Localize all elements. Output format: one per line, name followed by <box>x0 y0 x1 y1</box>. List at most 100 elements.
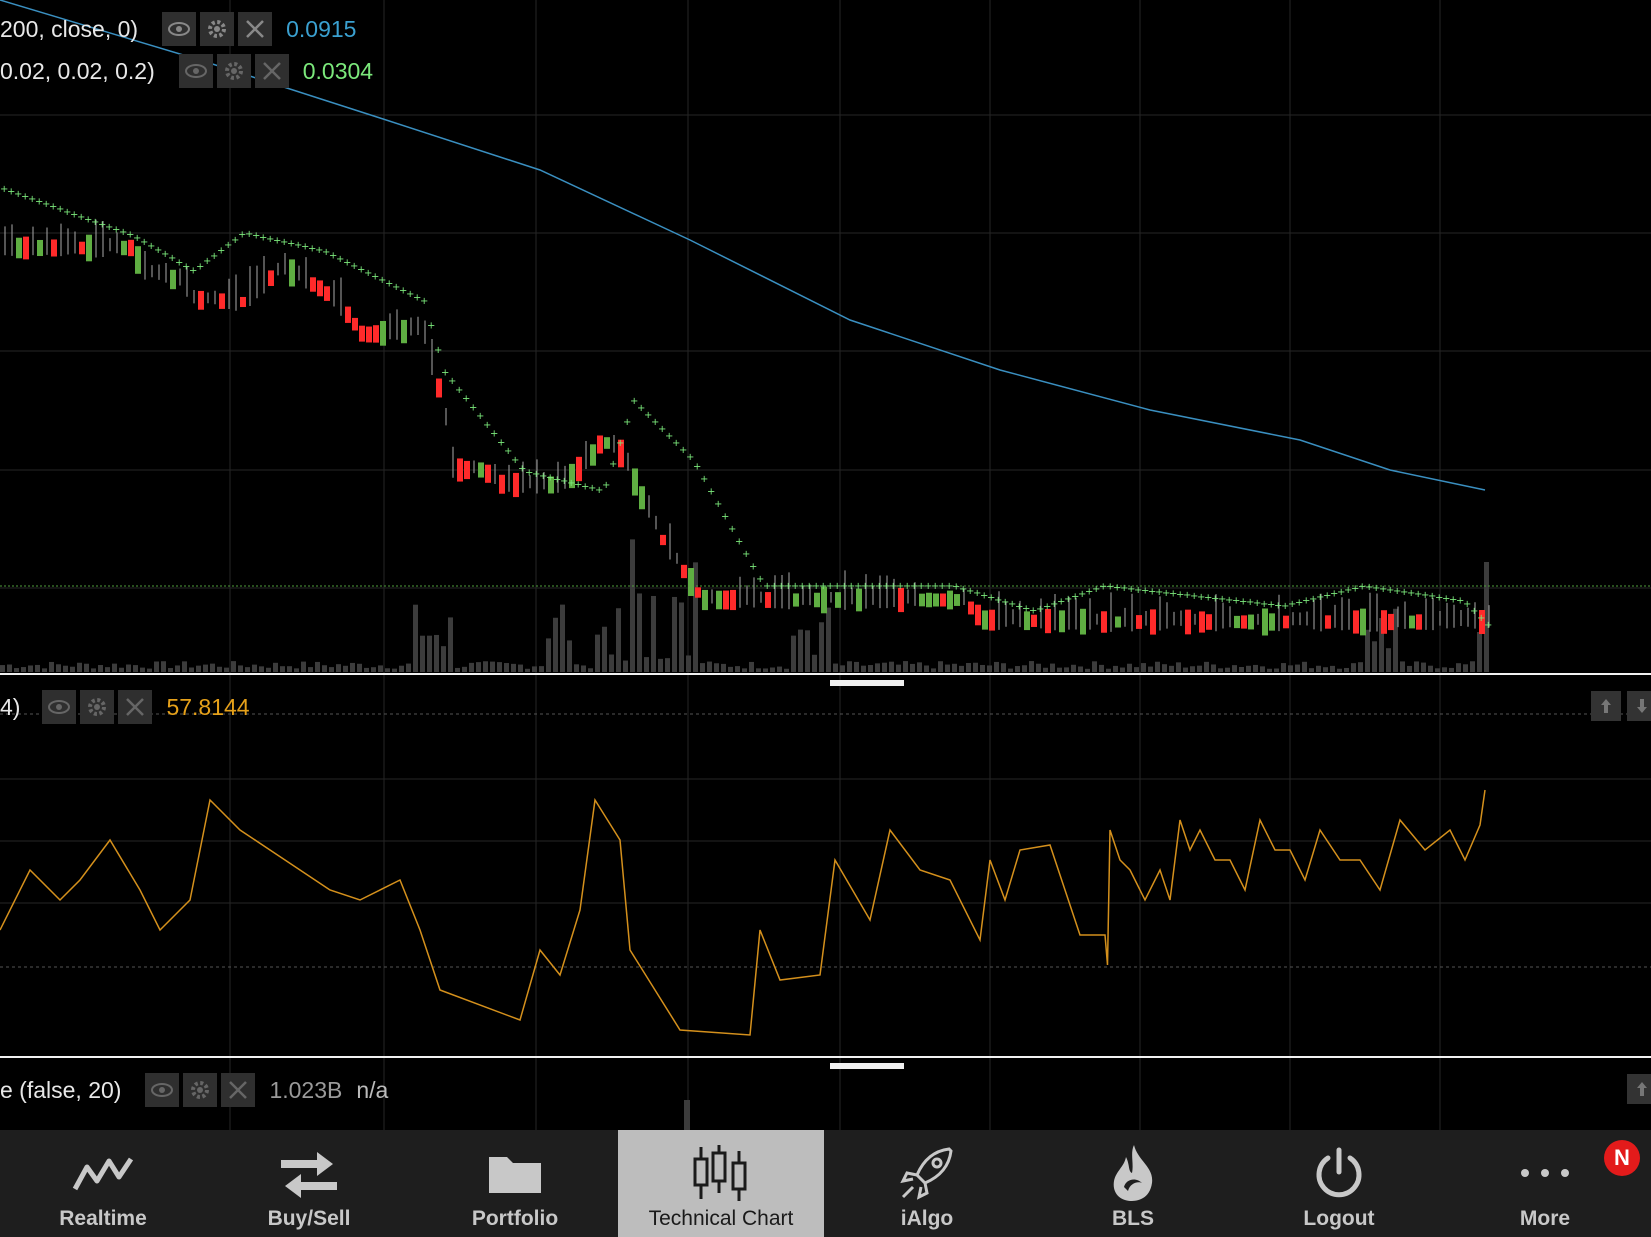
tab-technical-chart[interactable]: Technical Chart <box>618 1130 824 1237</box>
sar-dot: + <box>616 438 624 449</box>
volume-bar <box>1176 662 1181 672</box>
eye-icon[interactable] <box>145 1073 180 1107</box>
sar-dot: + <box>707 486 715 497</box>
volume-bar <box>112 663 117 672</box>
volume-bar <box>301 661 306 672</box>
volume-bar <box>63 665 68 672</box>
tab-more[interactable]: N More <box>1442 1130 1648 1237</box>
move-down-icon[interactable] <box>1627 691 1651 721</box>
candle <box>604 437 610 449</box>
volume-bar <box>826 607 831 672</box>
close-icon[interactable] <box>221 1073 256 1107</box>
volume-bar <box>490 661 495 672</box>
tab-logout[interactable]: Logout <box>1236 1130 1442 1237</box>
candle <box>1269 613 1275 631</box>
volume-bar <box>84 663 89 672</box>
close-icon[interactable] <box>118 690 153 724</box>
volume-bar <box>42 668 47 672</box>
candle <box>835 592 841 608</box>
volume-bar <box>889 661 894 672</box>
tab-ialgo[interactable]: iAlgo <box>824 1130 1030 1237</box>
volume-bar <box>406 663 411 672</box>
candle <box>597 435 603 454</box>
indicator-value: 1.023B <box>269 1076 343 1103</box>
volume-bar <box>427 635 432 672</box>
tab-buy-sell[interactable]: Buy/Sell <box>206 1130 412 1237</box>
candle <box>723 590 729 610</box>
close-icon[interactable] <box>238 12 273 46</box>
volume-bar <box>1106 668 1111 672</box>
volume-bar <box>980 664 985 672</box>
candle <box>1381 610 1387 634</box>
technical-chart[interactable]: ++++++++++++++++++++++++++++++++++++++++… <box>0 0 1651 1130</box>
volume-bar <box>1050 663 1055 672</box>
volume-bar <box>77 662 82 672</box>
volume-bar <box>1120 667 1125 672</box>
volume-bar <box>1372 641 1377 672</box>
volume-bar <box>1267 668 1272 672</box>
candle <box>975 604 981 626</box>
gear-icon[interactable] <box>216 54 251 88</box>
chart-grid <box>0 0 1651 1130</box>
volume-bar <box>539 666 544 672</box>
tab-realtime[interactable]: Realtime <box>0 1130 206 1237</box>
volume-bar <box>1407 665 1412 672</box>
candle <box>1101 611 1107 633</box>
indicator-row-volume: e (false, 20) 1.023B n/a <box>0 1073 388 1107</box>
candle <box>681 564 687 579</box>
candle <box>1185 609 1191 635</box>
volume-bar <box>399 665 404 672</box>
move-up-icon[interactable] <box>1627 1074 1651 1104</box>
volume-pane-bar <box>684 1100 690 1130</box>
close-icon[interactable] <box>254 54 289 88</box>
volume-bar <box>259 666 264 672</box>
volume-bar <box>7 664 12 672</box>
volume-bar <box>602 626 607 672</box>
volume-bar <box>1036 663 1041 672</box>
gear-icon[interactable] <box>80 690 115 724</box>
volume-bar <box>574 664 579 672</box>
volume-bar <box>665 658 670 672</box>
volume-bar <box>812 654 817 672</box>
volume-bar <box>357 663 362 672</box>
move-up-icon[interactable] <box>1591 691 1621 721</box>
volume-bar <box>756 668 761 672</box>
volume-bar <box>1148 666 1153 672</box>
volume-bar <box>1085 668 1090 672</box>
tab-bls[interactable]: BLS <box>1030 1130 1236 1237</box>
gear-icon[interactable] <box>200 12 235 46</box>
candle <box>814 592 820 608</box>
volume-bar <box>1022 665 1027 672</box>
eye-icon[interactable] <box>42 690 77 724</box>
price-candles <box>4 219 1490 636</box>
volume-bar <box>413 604 418 672</box>
volume-bar <box>497 662 502 672</box>
volume-bar <box>1183 667 1188 672</box>
volume-bar <box>287 666 292 672</box>
volume-bar <box>1428 665 1433 672</box>
volume-bar <box>553 617 558 672</box>
candle <box>702 589 708 611</box>
eye-icon[interactable] <box>178 54 213 88</box>
tab-portfolio[interactable]: Portfolio <box>412 1130 618 1237</box>
volume-bar <box>721 663 726 672</box>
tab-label: Realtime <box>59 1207 147 1230</box>
candle <box>919 593 925 607</box>
candle <box>464 460 470 480</box>
volume-bar <box>1274 668 1279 672</box>
volume-bar <box>1337 668 1342 672</box>
logout-icon <box>1304 1140 1374 1206</box>
pane-resize-handle-2[interactable] <box>830 1063 904 1069</box>
candle <box>359 325 365 342</box>
candle <box>366 326 372 343</box>
candle <box>695 587 701 598</box>
eye-icon[interactable] <box>162 12 197 46</box>
volume-bar <box>483 661 488 672</box>
sar-dot: + <box>735 536 743 547</box>
volume-bar <box>735 666 740 672</box>
gear-icon[interactable] <box>183 1073 218 1107</box>
pane-resize-handle-1[interactable] <box>830 680 904 686</box>
volume-bar <box>1225 667 1230 672</box>
volume-bar <box>308 667 313 672</box>
candle <box>1115 616 1121 628</box>
